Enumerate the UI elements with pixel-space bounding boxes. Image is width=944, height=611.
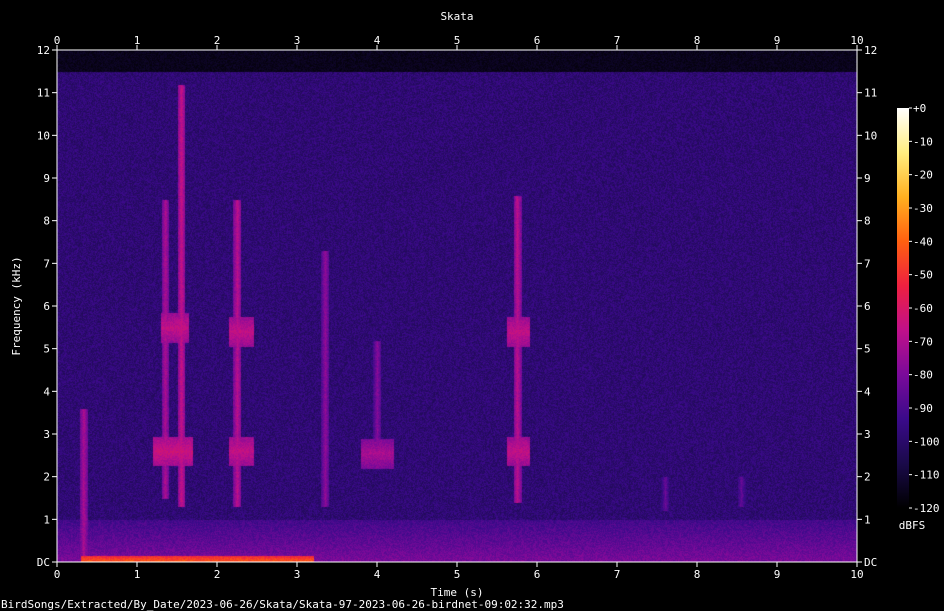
x-tick-label-bottom: 9 xyxy=(774,568,781,581)
y-tick-label-right: 1 xyxy=(864,513,871,526)
y-tick-label-left: 1 xyxy=(43,513,50,526)
x-tick-label-bottom: 6 xyxy=(534,568,541,581)
colorbar-tick-label: -30 xyxy=(913,202,933,215)
x-tick-label-bottom: 8 xyxy=(694,568,701,581)
colorbar-tick-label: -80 xyxy=(913,369,933,382)
x-tick-label-top: 5 xyxy=(454,34,461,47)
y-tick-label-left: 5 xyxy=(43,343,50,356)
colorbar-tick-label: -50 xyxy=(913,269,933,282)
spectrogram-figure: Skata Time (s) Frequency (kHz) dBFS Bird… xyxy=(1,10,940,611)
y-tick-label-left: 2 xyxy=(43,471,50,484)
x-tick-label-top: 6 xyxy=(534,34,541,47)
y-tick-label-right: DC xyxy=(864,556,877,569)
colorbar-tick-label: -40 xyxy=(913,235,933,248)
colorbar-tick-label: -110 xyxy=(913,469,940,482)
y-tick-label-left: 4 xyxy=(43,385,50,398)
x-tick-label-bottom: 2 xyxy=(214,568,221,581)
spectrogram-raster xyxy=(57,50,857,562)
y-tick-label-right: 9 xyxy=(864,172,871,185)
x-tick-label-top: 0 xyxy=(54,34,61,47)
colorbar-gradient xyxy=(897,108,909,508)
y-tick-label-left: 6 xyxy=(43,300,50,313)
y-tick-label-right: 4 xyxy=(864,385,871,398)
y-axis-label: Frequency (kHz) xyxy=(10,256,23,355)
colorbar-tick-label: -120 xyxy=(913,502,940,515)
colorbar-tick-label: -20 xyxy=(913,169,933,182)
x-tick-label-bottom: 0 xyxy=(54,568,61,581)
y-tick-label-right: 11 xyxy=(864,87,877,100)
x-tick-label-top: 9 xyxy=(774,34,781,47)
y-tick-label-left: 12 xyxy=(37,44,50,57)
colorbar: +0 -10 -20 -30 -40 -50 -60 -70 -80 -90 -100 -110 -12… xyxy=(897,102,940,515)
x-tick-label-bottom: 7 xyxy=(614,568,621,581)
x-tick-label-top: 2 xyxy=(214,34,221,47)
x-tick-label-top: 10 xyxy=(850,34,863,47)
colorbar-tick-label: +0 xyxy=(913,102,926,115)
x-tick-label-bottom: 10 xyxy=(850,568,863,581)
x-tick-label-top: 4 xyxy=(374,34,381,47)
y-tick-label-right: 10 xyxy=(864,129,877,142)
x-tick-label-bottom: 1 xyxy=(134,568,141,581)
x-tick-label-bottom: 4 xyxy=(374,568,381,581)
x-tick-label-bottom: 5 xyxy=(454,568,461,581)
colorbar-tick-label: -100 xyxy=(913,435,940,448)
y-tick-label-right: 12 xyxy=(864,44,877,57)
y-tick-label-left: 3 xyxy=(43,428,50,441)
x-tick-label-top: 1 xyxy=(134,34,141,47)
y-tick-label-left: 10 xyxy=(37,129,50,142)
y-tick-label-left: 11 xyxy=(37,87,50,100)
y-tick-label-right: 7 xyxy=(864,257,871,270)
x-tick-label-top: 7 xyxy=(614,34,621,47)
chart-title: Skata xyxy=(440,10,473,23)
colorbar-tick-label: -10 xyxy=(913,135,933,148)
y-tick-label-right: 8 xyxy=(864,215,871,228)
y-tick-label-right: 6 xyxy=(864,300,871,313)
y-tick-label-right: 2 xyxy=(864,471,871,484)
x-tick-label-top: 8 xyxy=(694,34,701,47)
y-tick-label-left: 9 xyxy=(43,172,50,185)
colorbar-tick-label: -60 xyxy=(913,302,933,315)
y-tick-label-right: 3 xyxy=(864,428,871,441)
y-tick-label-left: 7 xyxy=(43,257,50,270)
y-tick-label-right: 5 xyxy=(864,343,871,356)
y-tick-label-left: 8 xyxy=(43,215,50,228)
colorbar-label: dBFS xyxy=(899,519,926,532)
spectrogram-plot xyxy=(57,50,857,562)
x-tick-label-top: 3 xyxy=(294,34,301,47)
colorbar-tick-label: -70 xyxy=(913,335,933,348)
x-tick-label-bottom: 3 xyxy=(294,568,301,581)
colorbar-tick-label: -90 xyxy=(913,402,933,415)
file-path-caption: BirdSongs/Extracted/By_Date/2023-06-26/S… xyxy=(1,598,564,611)
y-tick-label-left: DC xyxy=(37,556,50,569)
